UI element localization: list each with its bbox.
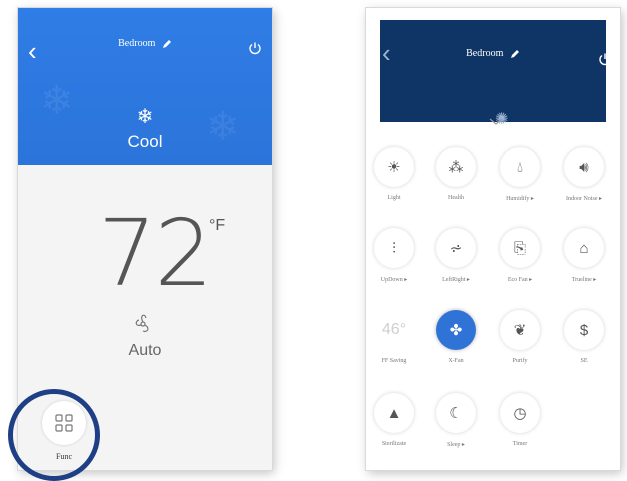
power-icon[interactable] (248, 41, 262, 55)
house-icon: ⌂ (564, 228, 604, 268)
grid-item-updown[interactable]: ⫶ UpDown ▸ (366, 228, 422, 283)
clock-icon: ◷ (500, 393, 540, 433)
edit-pencil-icon[interactable] (162, 39, 172, 49)
grid-label: Light (387, 195, 401, 201)
grid-label: Trueline ▸ (571, 277, 597, 283)
grid-label: Humidify ▸ (506, 196, 534, 202)
mode-label[interactable]: Cool (18, 132, 272, 152)
dollar-icon: $ (564, 310, 604, 350)
room-title-row: Bedroom (18, 38, 272, 49)
grid-label: UpDown ▸ (380, 277, 408, 283)
temp-46-text: 46° (381, 321, 407, 338)
mode-header: ❄ ❄ ‹ Bedroom ❄ Cool (18, 8, 272, 165)
fan-mode-label[interactable]: Auto (18, 342, 272, 360)
eco-fan-icon: ⎘ (500, 228, 540, 268)
leaf-icon: ❦ (500, 310, 540, 350)
grid-label: SE (580, 358, 588, 364)
grid-label: Eco Fan ▸ (507, 277, 533, 283)
room-title: Bedroom (118, 38, 156, 49)
grid-item-trueline[interactable]: ⌂ Trueline ▸ (556, 228, 612, 283)
grid-item-light[interactable]: ☀ Light (366, 147, 422, 201)
grid-item-health[interactable]: ⁂ Health (428, 147, 484, 201)
room-title: Bedroom (466, 48, 504, 59)
temperature-value[interactable]: 72 (98, 200, 213, 307)
grid-item-humidify[interactable]: 💧︎ Humidify ▸ (492, 147, 548, 202)
chevron-down-icon[interactable] (489, 118, 503, 126)
grid-label: FF Saving (381, 358, 407, 364)
highlight-circle (8, 389, 100, 481)
grid-item-timer[interactable]: ◷ Timer (492, 393, 548, 447)
grid-label: Health (448, 195, 464, 201)
grid-item-ff-saving[interactable]: 46° FF Saving (366, 310, 422, 364)
horizontal-swing-icon: ⩫ (436, 228, 476, 268)
grid-label: Purify (512, 358, 528, 364)
grid-item-purify[interactable]: ❦ Purify (492, 310, 548, 364)
grid-item-sterilizate[interactable]: ▲ Sterilizate (366, 393, 422, 447)
function-panel-screen: ‹ Bedroom ✺ ☀ Light ⁂ Health 💧︎ Humidify… (366, 8, 620, 470)
sun-icon: ☀ (374, 147, 414, 187)
grid-item-indoor-noise[interactable]: 🔊︎ Indoor Noise ▸ (556, 147, 612, 202)
moon-icon: ☾ (436, 393, 476, 433)
grid-label: LeftRight ▸ (442, 277, 470, 283)
grid-item-x-fan[interactable]: ✤ X-Fan (428, 310, 484, 364)
cool-snowflake-icon: ❄ (136, 106, 154, 128)
grid-item-se[interactable]: $ SE (556, 310, 612, 364)
droplet-icon: 💧︎ (500, 147, 540, 187)
speaker-icon: 🔊︎ (564, 147, 604, 187)
panel-header: ‹ Bedroom ✺ (380, 20, 611, 128)
tree-icon: ⁂ (436, 147, 476, 187)
edit-pencil-icon[interactable] (510, 49, 520, 59)
grid-item-eco-fan[interactable]: ⎘ Eco Fan ▸ (492, 228, 548, 283)
fan-icon: ✤ (436, 310, 476, 350)
fan-speed-icon[interactable] (131, 312, 155, 336)
temperature-unit: °F (209, 217, 226, 234)
vertical-swing-icon: ⫶ (374, 228, 414, 268)
grid-label: X-Fan (448, 358, 464, 364)
grid-item-sleep[interactable]: ☾ Sleep ▸ (428, 393, 484, 448)
triangle-icon: ▲ (374, 393, 414, 433)
room-title-row: Bedroom (380, 48, 606, 59)
grid-label: Sleep ▸ (447, 442, 465, 448)
grid-label: Sterilizate (381, 441, 407, 447)
grid-label: Timer (512, 441, 528, 447)
power-icon[interactable] (598, 52, 612, 66)
grid-item-leftright[interactable]: ⩫ LeftRight ▸ (428, 228, 484, 283)
grid-label: Indoor Noise ▸ (565, 196, 602, 202)
